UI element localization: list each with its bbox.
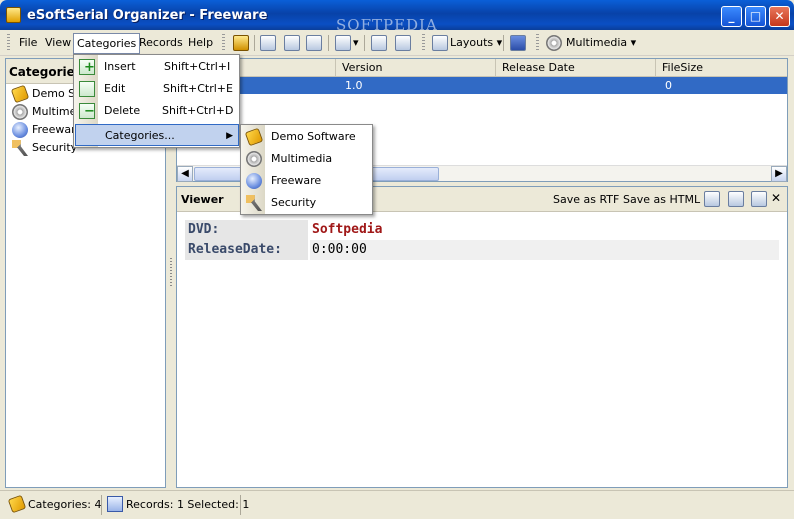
viewer-field-row: DVD: Softpedia bbox=[185, 220, 779, 240]
key-icon[interactable] bbox=[233, 35, 249, 51]
toolbar-grip[interactable] bbox=[422, 34, 425, 52]
menu-toolbar: File View Categories Records Help ▾ Layo… bbox=[0, 30, 794, 56]
categories-menu: Insert Shift+Ctrl+I Edit Shift+Ctrl+E De… bbox=[73, 54, 240, 148]
categories-submenu: Demo Software Multimedia Freeware Securi… bbox=[240, 124, 373, 215]
menu-item-edit[interactable]: Edit Shift+Ctrl+E bbox=[75, 78, 238, 100]
menu-item-label: Insert bbox=[104, 60, 136, 73]
minimize-button[interactable]: _ bbox=[721, 6, 742, 27]
field-label: DVD: bbox=[185, 220, 308, 240]
scroll-right-icon[interactable]: ▶ bbox=[771, 166, 787, 182]
menu-item-shortcut: Shift+Ctrl+I bbox=[164, 60, 231, 73]
submenu-item-security[interactable]: Security bbox=[242, 192, 371, 214]
menu-item-label: Security bbox=[271, 196, 317, 209]
save-icon[interactable] bbox=[510, 35, 526, 51]
copy-icon[interactable] bbox=[751, 191, 767, 207]
multimedia-icon bbox=[246, 151, 262, 167]
category-label: Security bbox=[32, 141, 78, 154]
viewer-pane: Viewer Save as RTF Save as HTML ✕ DVD: S… bbox=[176, 186, 788, 488]
edit-icon bbox=[79, 81, 95, 97]
status-bar: Categories: 4 Records: 1 Selected: 1 bbox=[0, 490, 794, 519]
title-bar: eSoftSerial Organizer - Freeware SOFTPED… bbox=[0, 0, 794, 34]
maximize-button[interactable]: □ bbox=[745, 6, 766, 27]
print-icon[interactable] bbox=[704, 191, 720, 207]
toolbar-separator bbox=[364, 35, 365, 51]
menu-item-label: Freeware bbox=[271, 174, 322, 187]
scroll-left-icon[interactable]: ◀ bbox=[177, 166, 193, 182]
field-label: ReleaseDate: bbox=[185, 240, 308, 260]
column-filesize[interactable]: FileSize bbox=[655, 59, 787, 77]
menu-records[interactable]: Records bbox=[139, 35, 183, 51]
viewer-field-row: ReleaseDate: 0:00:00 bbox=[185, 240, 779, 260]
app-icon bbox=[6, 7, 21, 23]
toolbar-separator bbox=[328, 35, 329, 51]
close-button[interactable]: ✕ bbox=[769, 6, 790, 27]
status-divider bbox=[101, 495, 102, 515]
preview-icon[interactable] bbox=[728, 191, 744, 207]
column-version[interactable]: Version bbox=[335, 59, 495, 77]
multimedia-icon bbox=[12, 104, 28, 120]
delete-icon bbox=[79, 101, 95, 123]
copy-icon[interactable] bbox=[335, 35, 351, 51]
cell-filesize: 0 bbox=[665, 79, 672, 92]
edit-record-icon[interactable] bbox=[284, 35, 300, 51]
import-icon[interactable] bbox=[395, 35, 411, 51]
toolbar-separator bbox=[503, 35, 504, 51]
cell-version: 1.0 bbox=[345, 79, 363, 92]
column-release-date[interactable]: Release Date bbox=[495, 59, 655, 77]
demo-software-icon bbox=[244, 127, 264, 147]
insert-icon bbox=[79, 57, 95, 79]
menu-item-label: Edit bbox=[104, 82, 126, 95]
multimedia-icon[interactable] bbox=[546, 35, 562, 51]
menu-item-categories-submenu[interactable]: Categories... ▶ bbox=[75, 124, 239, 146]
save-rtf-button[interactable]: Save as RTF bbox=[553, 193, 619, 206]
viewer-title: Viewer bbox=[181, 193, 224, 206]
freeware-icon bbox=[12, 122, 28, 138]
menu-view[interactable]: View bbox=[45, 35, 71, 51]
export-icon[interactable] bbox=[371, 35, 387, 51]
layouts-icon[interactable] bbox=[432, 35, 448, 51]
chevron-down-icon[interactable]: ▾ bbox=[353, 35, 359, 51]
security-icon bbox=[246, 195, 262, 211]
menu-item-label: Categories... bbox=[105, 129, 175, 142]
categories-icon bbox=[7, 494, 27, 514]
layouts-dropdown[interactable]: Layouts ▾ bbox=[450, 35, 502, 51]
multimedia-dropdown[interactable]: Multimedia ▾ bbox=[566, 35, 636, 51]
toolbar-separator bbox=[254, 35, 255, 51]
menu-item-label: Multimedia bbox=[271, 152, 333, 165]
save-html-button[interactable]: Save as HTML bbox=[623, 193, 700, 206]
menu-item-insert[interactable]: Insert Shift+Ctrl+I bbox=[75, 56, 238, 79]
splitter-grip bbox=[170, 258, 172, 288]
table-row[interactable]: DVD 1.0 0 bbox=[177, 77, 787, 94]
menu-file[interactable]: File bbox=[19, 35, 37, 51]
menu-item-label: Delete bbox=[104, 104, 141, 117]
menu-item-shortcut: Shift+Ctrl+E bbox=[163, 82, 233, 95]
security-icon bbox=[12, 140, 28, 156]
demo-software-icon bbox=[10, 85, 30, 103]
field-value: 0:00:00 bbox=[310, 240, 779, 260]
submenu-item-demo-software[interactable]: Demo Software bbox=[242, 126, 371, 148]
close-icon[interactable]: ✕ bbox=[771, 191, 781, 205]
menu-item-delete[interactable]: Delete Shift+Ctrl+D bbox=[75, 100, 238, 123]
grid-header: Name Version Release Date FileSize bbox=[177, 59, 787, 77]
status-categories: Categories: 4 bbox=[28, 498, 102, 511]
status-divider bbox=[240, 495, 241, 515]
field-value: Softpedia bbox=[312, 222, 383, 237]
submenu-item-multimedia[interactable]: Multimedia bbox=[242, 148, 371, 170]
freeware-icon bbox=[246, 173, 262, 189]
menu-help[interactable]: Help bbox=[188, 35, 213, 51]
menu-item-label: Demo Software bbox=[271, 130, 356, 143]
toolbar-grip[interactable] bbox=[222, 34, 225, 52]
window-title: eSoftSerial Organizer - Freeware bbox=[27, 8, 268, 23]
status-records: Records: 1 Selected: 1 bbox=[126, 498, 250, 511]
records-icon bbox=[107, 496, 123, 512]
submenu-arrow-icon: ▶ bbox=[226, 131, 233, 141]
menu-categories[interactable]: Categories bbox=[73, 33, 141, 54]
submenu-item-freeware[interactable]: Freeware bbox=[242, 170, 371, 192]
cell-release-date bbox=[499, 77, 655, 94]
toolbar-grip[interactable] bbox=[536, 34, 539, 52]
delete-record-icon[interactable] bbox=[306, 35, 322, 51]
menu-item-shortcut: Shift+Ctrl+D bbox=[162, 104, 234, 117]
new-record-icon[interactable] bbox=[260, 35, 276, 51]
toolbar-grip[interactable] bbox=[7, 34, 10, 52]
